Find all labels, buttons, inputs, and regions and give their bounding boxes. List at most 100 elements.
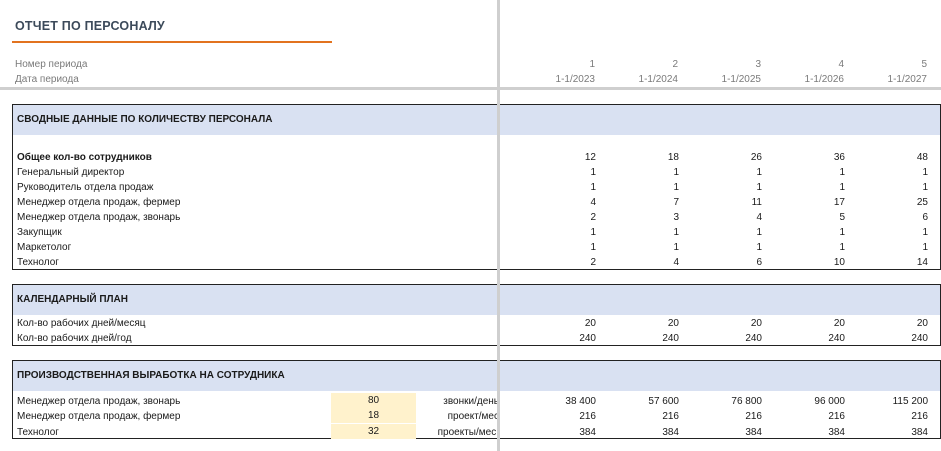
value-cell[interactable]: 384 [858,427,928,438]
value-cell[interactable]: 240 [526,333,596,344]
value-cell[interactable]: 4 [609,257,679,268]
value-cell[interactable]: 240 [775,333,845,344]
value-cell[interactable]: 1 [775,242,845,253]
value-cell[interactable]: 1 [692,227,762,238]
value-cell[interactable]: 20 [692,318,762,329]
productivity-section-title: ПРОИЗВОДСТВЕННАЯ ВЫРАБОТКА НА СОТРУДНИКА [17,370,285,381]
value-cell[interactable]: 115 200 [858,396,928,407]
period-number-cell[interactable]: 1 [525,59,595,70]
value-cell[interactable]: 48 [858,152,928,163]
value-cell[interactable]: 1 [775,182,845,193]
value-cell[interactable]: 57 600 [609,396,679,407]
value-cell[interactable]: 216 [775,411,845,422]
value-cell[interactable]: 384 [775,427,845,438]
value-cell[interactable]: 12 [526,152,596,163]
value-cell[interactable]: 10 [775,257,845,268]
value-cell[interactable]: 5 [775,212,845,223]
value-cell[interactable]: 11 [692,197,762,208]
row-label[interactable]: Менеджер отдела продаж, фермер [17,197,180,208]
freeze-pane-horizontal[interactable] [0,87,941,90]
period-number-cell[interactable]: 5 [857,59,927,70]
row-label[interactable]: Руководитель отдела продаж [17,182,153,193]
productivity-section: ПРОИЗВОДСТВЕННАЯ ВЫРАБОТКА НА СОТРУДНИКА… [12,360,941,439]
value-cell[interactable]: 1 [609,167,679,178]
value-cell[interactable]: 1 [609,182,679,193]
period-number-cell[interactable]: 2 [608,59,678,70]
value-cell[interactable]: 38 400 [526,396,596,407]
value-cell[interactable]: 384 [692,427,762,438]
value-cell[interactable]: 216 [609,411,679,422]
value-cell[interactable]: 240 [609,333,679,344]
row-label[interactable]: Генеральный директор [17,167,124,178]
value-cell[interactable]: 4 [526,197,596,208]
period-date-cell[interactable]: 1-1/2024 [608,74,678,85]
value-cell[interactable]: 2 [526,212,596,223]
value-cell[interactable]: 1 [858,167,928,178]
value-cell[interactable]: 36 [775,152,845,163]
value-cell[interactable]: 26 [692,152,762,163]
period-number-cell[interactable]: 3 [691,59,761,70]
value-cell[interactable]: 1 [692,167,762,178]
value-cell[interactable]: 3 [609,212,679,223]
row-label[interactable]: Кол-во рабочих дней/год [17,333,132,344]
period-date-cell[interactable]: 1-1/2027 [857,74,927,85]
value-cell[interactable]: 240 [692,333,762,344]
value-cell[interactable]: 1 [526,242,596,253]
rate-input-cell[interactable]: 80 [331,393,416,408]
value-cell[interactable]: 14 [858,257,928,268]
value-cell[interactable]: 20 [526,318,596,329]
value-cell[interactable]: 1 [609,227,679,238]
value-cell[interactable]: 4 [692,212,762,223]
value-cell[interactable]: 20 [858,318,928,329]
value-cell[interactable]: 1 [858,182,928,193]
period-date-cell[interactable]: 1-1/2026 [774,74,844,85]
row-label[interactable]: Кол-во рабочих дней/месяц [17,318,146,329]
value-cell[interactable]: 216 [526,411,596,422]
section-header-band [13,285,940,315]
period-date-cell[interactable]: 1-1/2023 [525,74,595,85]
period-number-label: Номер периода [15,59,88,70]
row-label[interactable]: Технолог [17,257,59,268]
value-cell[interactable]: 2 [526,257,596,268]
value-cell[interactable]: 76 800 [692,396,762,407]
row-label[interactable]: Маркетолог [17,242,71,253]
value-cell[interactable]: 25 [858,197,928,208]
row-label[interactable]: Менеджер отдела продаж, звонарь [17,212,180,223]
value-cell[interactable]: 1 [775,167,845,178]
value-cell[interactable]: 1 [526,182,596,193]
value-cell[interactable]: 1 [858,227,928,238]
value-cell[interactable]: 1 [526,167,596,178]
headcount-section-title: СВОДНЫЕ ДАННЫЕ ПО КОЛИЧЕСТВУ ПЕРСОНАЛА [17,114,273,125]
value-cell[interactable]: 216 [692,411,762,422]
value-cell[interactable]: 1 [692,182,762,193]
value-cell[interactable]: 96 000 [775,396,845,407]
value-cell[interactable]: 18 [609,152,679,163]
rate-input-cell[interactable]: 32 [331,424,416,439]
value-cell[interactable]: 6 [692,257,762,268]
value-cell[interactable]: 1 [775,227,845,238]
period-date-label: Дата периода [15,74,79,85]
value-cell[interactable]: 1 [609,242,679,253]
value-cell[interactable]: 1 [692,242,762,253]
period-number-cell[interactable]: 4 [774,59,844,70]
value-cell[interactable]: 6 [858,212,928,223]
row-label[interactable]: Общее кол-во сотрудников [17,152,152,163]
value-cell[interactable]: 20 [609,318,679,329]
value-cell[interactable]: 216 [858,411,928,422]
value-cell[interactable]: 7 [609,197,679,208]
value-cell[interactable]: 1 [858,242,928,253]
value-cell[interactable]: 17 [775,197,845,208]
value-cell[interactable]: 384 [609,427,679,438]
row-label[interactable]: Менеджер отдела продаж, звонарь [17,396,180,407]
row-label[interactable]: Технолог [17,427,59,438]
period-date-cell[interactable]: 1-1/2025 [691,74,761,85]
value-cell[interactable]: 20 [775,318,845,329]
freeze-pane-vertical[interactable] [497,0,500,451]
row-label[interactable]: Закупщик [17,227,62,238]
value-cell[interactable]: 240 [858,333,928,344]
unit-label: проекты/мес. [437,427,499,438]
row-label[interactable]: Менеджер отдела продаж, фермер [17,411,180,422]
value-cell[interactable]: 384 [526,427,596,438]
value-cell[interactable]: 1 [526,227,596,238]
rate-input-cell[interactable]: 18 [331,408,416,423]
